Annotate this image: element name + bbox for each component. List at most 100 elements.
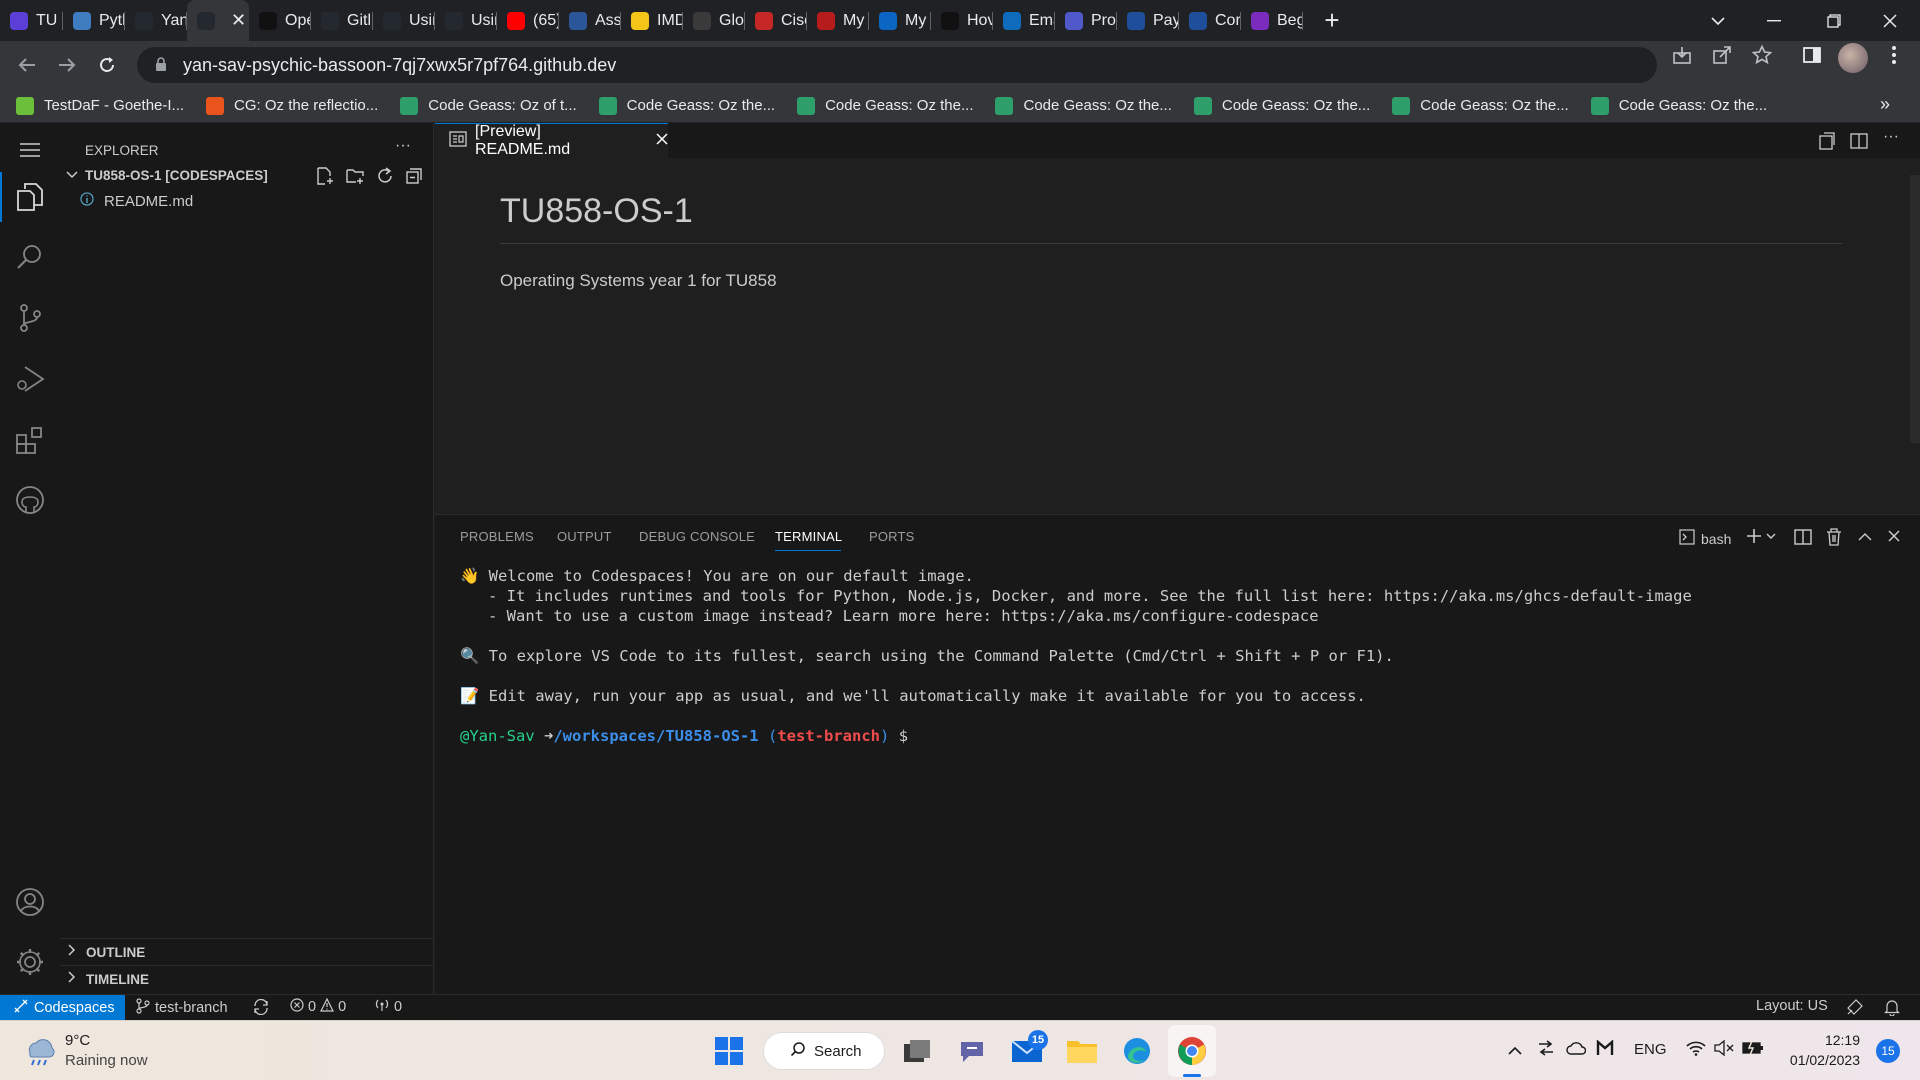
new-terminal-icon[interactable]: [1745, 527, 1779, 552]
explorer-icon[interactable]: [11, 178, 49, 216]
branch-indicator[interactable]: test-branch: [136, 998, 228, 1018]
chrome-menu-icon[interactable]: [1880, 45, 1908, 71]
github-icon[interactable]: [11, 481, 49, 519]
terminal-prompt[interactable]: @Yan-Sav ➜/workspaces/TU858-OS-1 (test-b…: [460, 727, 908, 745]
tab-output[interactable]: OUTPUT: [557, 529, 612, 544]
remote-indicator[interactable]: Codespaces: [0, 995, 125, 1020]
feedback-icon[interactable]: [1846, 998, 1864, 1020]
browser-tab[interactable]: Cor: [1179, 0, 1241, 41]
notifications-bell-icon[interactable]: [1884, 998, 1900, 1020]
new-file-icon[interactable]: [315, 166, 335, 191]
battery-charging-icon[interactable]: [1742, 1040, 1764, 1061]
side-panel-icon[interactable]: [1798, 45, 1826, 71]
accounts-icon[interactable]: [11, 883, 49, 921]
browser-tab[interactable]: My: [807, 0, 869, 41]
extensions-icon[interactable]: [11, 421, 49, 459]
file-explorer-icon[interactable]: [1065, 1034, 1099, 1068]
ports-indicator[interactable]: 0: [374, 998, 402, 1016]
bookmark-item[interactable]: Code Geass: Oz the...: [995, 96, 1172, 115]
bookmark-item[interactable]: Code Geass: Oz the...: [797, 96, 973, 115]
browser-tab[interactable]: (65): [497, 0, 559, 41]
keyboard-layout[interactable]: Layout: US: [1756, 998, 1828, 1014]
close-window-button[interactable]: [1862, 0, 1918, 41]
back-button[interactable]: [13, 51, 41, 79]
bookmark-item[interactable]: CG: Oz the reflectio...: [206, 96, 378, 115]
explorer-more-button[interactable]: ···: [395, 137, 411, 155]
wifi-icon[interactable]: [1686, 1040, 1706, 1061]
close-panel-icon[interactable]: [1887, 529, 1901, 548]
file-item-readme[interactable]: README.md: [60, 189, 433, 213]
editor-tab-readme-preview[interactable]: [Preview] README.md: [435, 123, 668, 158]
notification-center-badge[interactable]: 15: [1876, 1039, 1900, 1063]
show-hidden-icons-chevron-up-icon[interactable]: [1507, 1043, 1523, 1061]
browser-tab[interactable]: Hov: [931, 0, 993, 41]
reload-button[interactable]: [93, 51, 121, 79]
browser-tab[interactable]: IMD: [621, 0, 683, 41]
close-tab-icon[interactable]: ✕: [231, 10, 246, 31]
browser-tab[interactable]: Ope: [249, 0, 311, 41]
restore-button[interactable]: [1806, 0, 1862, 41]
tab-terminal[interactable]: TERMINAL: [775, 529, 842, 544]
tab-search-icon[interactable]: [1690, 0, 1746, 41]
bookmark-item[interactable]: Code Geass: Oz the...: [1392, 96, 1569, 115]
outline-section-header[interactable]: OUTLINE: [60, 940, 433, 964]
new-tab-button[interactable]: +: [1317, 5, 1347, 36]
language-indicator[interactable]: ENG: [1634, 1041, 1667, 1058]
menu-icon[interactable]: [11, 131, 49, 169]
browser-tab[interactable]: ✕: [187, 0, 249, 41]
editor-scrollbar[interactable]: [1910, 175, 1920, 443]
bookmarks-overflow-button[interactable]: »: [1880, 94, 1890, 115]
search-icon[interactable]: [11, 238, 49, 276]
tab-debug-console[interactable]: DEBUG CONSOLE: [639, 529, 755, 544]
bookmark-item[interactable]: Code Geass: Oz of t...: [400, 96, 577, 115]
bookmark-item[interactable]: Code Geass: Oz the...: [598, 96, 775, 115]
browser-tab[interactable]: Pay: [1117, 0, 1179, 41]
browser-tab[interactable]: Yan: [125, 0, 187, 41]
bookmark-star-icon[interactable]: [1748, 44, 1776, 71]
editor-more-actions[interactable]: ···: [1883, 128, 1899, 146]
weather-rain-icon[interactable]: [22, 1035, 56, 1072]
bookmark-item[interactable]: Code Geass: Oz the...: [1590, 96, 1767, 115]
address-bar[interactable]: yan-sav-psychic-bassoon-7qj7xwx5r7pf764.…: [137, 47, 1657, 83]
close-tab-icon[interactable]: [656, 132, 668, 150]
network-transfer-icon[interactable]: [1537, 1040, 1555, 1061]
gmail-tray-icon[interactable]: [1596, 1039, 1614, 1061]
split-editor-icon[interactable]: [1849, 131, 1869, 156]
open-source-icon[interactable]: [1817, 131, 1837, 156]
clock-time[interactable]: 12:19: [1800, 1032, 1860, 1048]
browser-tab[interactable]: Pytl: [63, 0, 125, 41]
collapse-all-icon[interactable]: [404, 166, 424, 191]
browser-tab[interactable]: Glol: [683, 0, 745, 41]
new-folder-icon[interactable]: [345, 166, 365, 191]
share-icon[interactable]: [1708, 45, 1736, 71]
browser-tab[interactable]: Gitl: [311, 0, 373, 41]
maximize-panel-icon[interactable]: [1855, 527, 1875, 552]
browser-tab[interactable]: My: [869, 0, 931, 41]
kill-terminal-icon[interactable]: [1824, 527, 1844, 552]
browser-tab[interactable]: Assi: [559, 0, 621, 41]
settings-gear-icon[interactable]: [11, 943, 49, 981]
tab-ports[interactable]: PORTS: [869, 529, 915, 544]
tab-problems[interactable]: PROBLEMS: [460, 529, 534, 544]
forward-button[interactable]: [53, 51, 81, 79]
browser-tab[interactable]: Prol: [1055, 0, 1117, 41]
browser-tab[interactable]: TU: [0, 0, 63, 41]
sync-icon[interactable]: [252, 998, 270, 1019]
source-control-icon[interactable]: [11, 299, 49, 337]
browser-tab[interactable]: Cisc: [745, 0, 807, 41]
terminal-selector[interactable]: bash: [1679, 529, 1731, 548]
run-debug-icon[interactable]: [11, 360, 49, 398]
task-view-icon[interactable]: [900, 1034, 934, 1068]
chrome-taskbar-icon[interactable]: [1175, 1034, 1209, 1068]
split-terminal-icon[interactable]: [1793, 527, 1813, 552]
bookmark-item[interactable]: Code Geass: Oz the...: [1193, 96, 1370, 115]
teams-chat-icon[interactable]: [955, 1034, 989, 1068]
timeline-section-header[interactable]: TIMELINE: [60, 967, 433, 991]
problems-indicator[interactable]: 0 0: [290, 997, 346, 1016]
minimize-button[interactable]: [1746, 0, 1802, 41]
clock-date[interactable]: 01/02/2023: [1776, 1052, 1860, 1068]
install-app-icon[interactable]: [1668, 45, 1696, 71]
browser-tab[interactable]: Usir: [435, 0, 497, 41]
bookmark-item[interactable]: TestDaF - Goethe-I...: [16, 96, 184, 115]
start-button[interactable]: [712, 1034, 746, 1068]
